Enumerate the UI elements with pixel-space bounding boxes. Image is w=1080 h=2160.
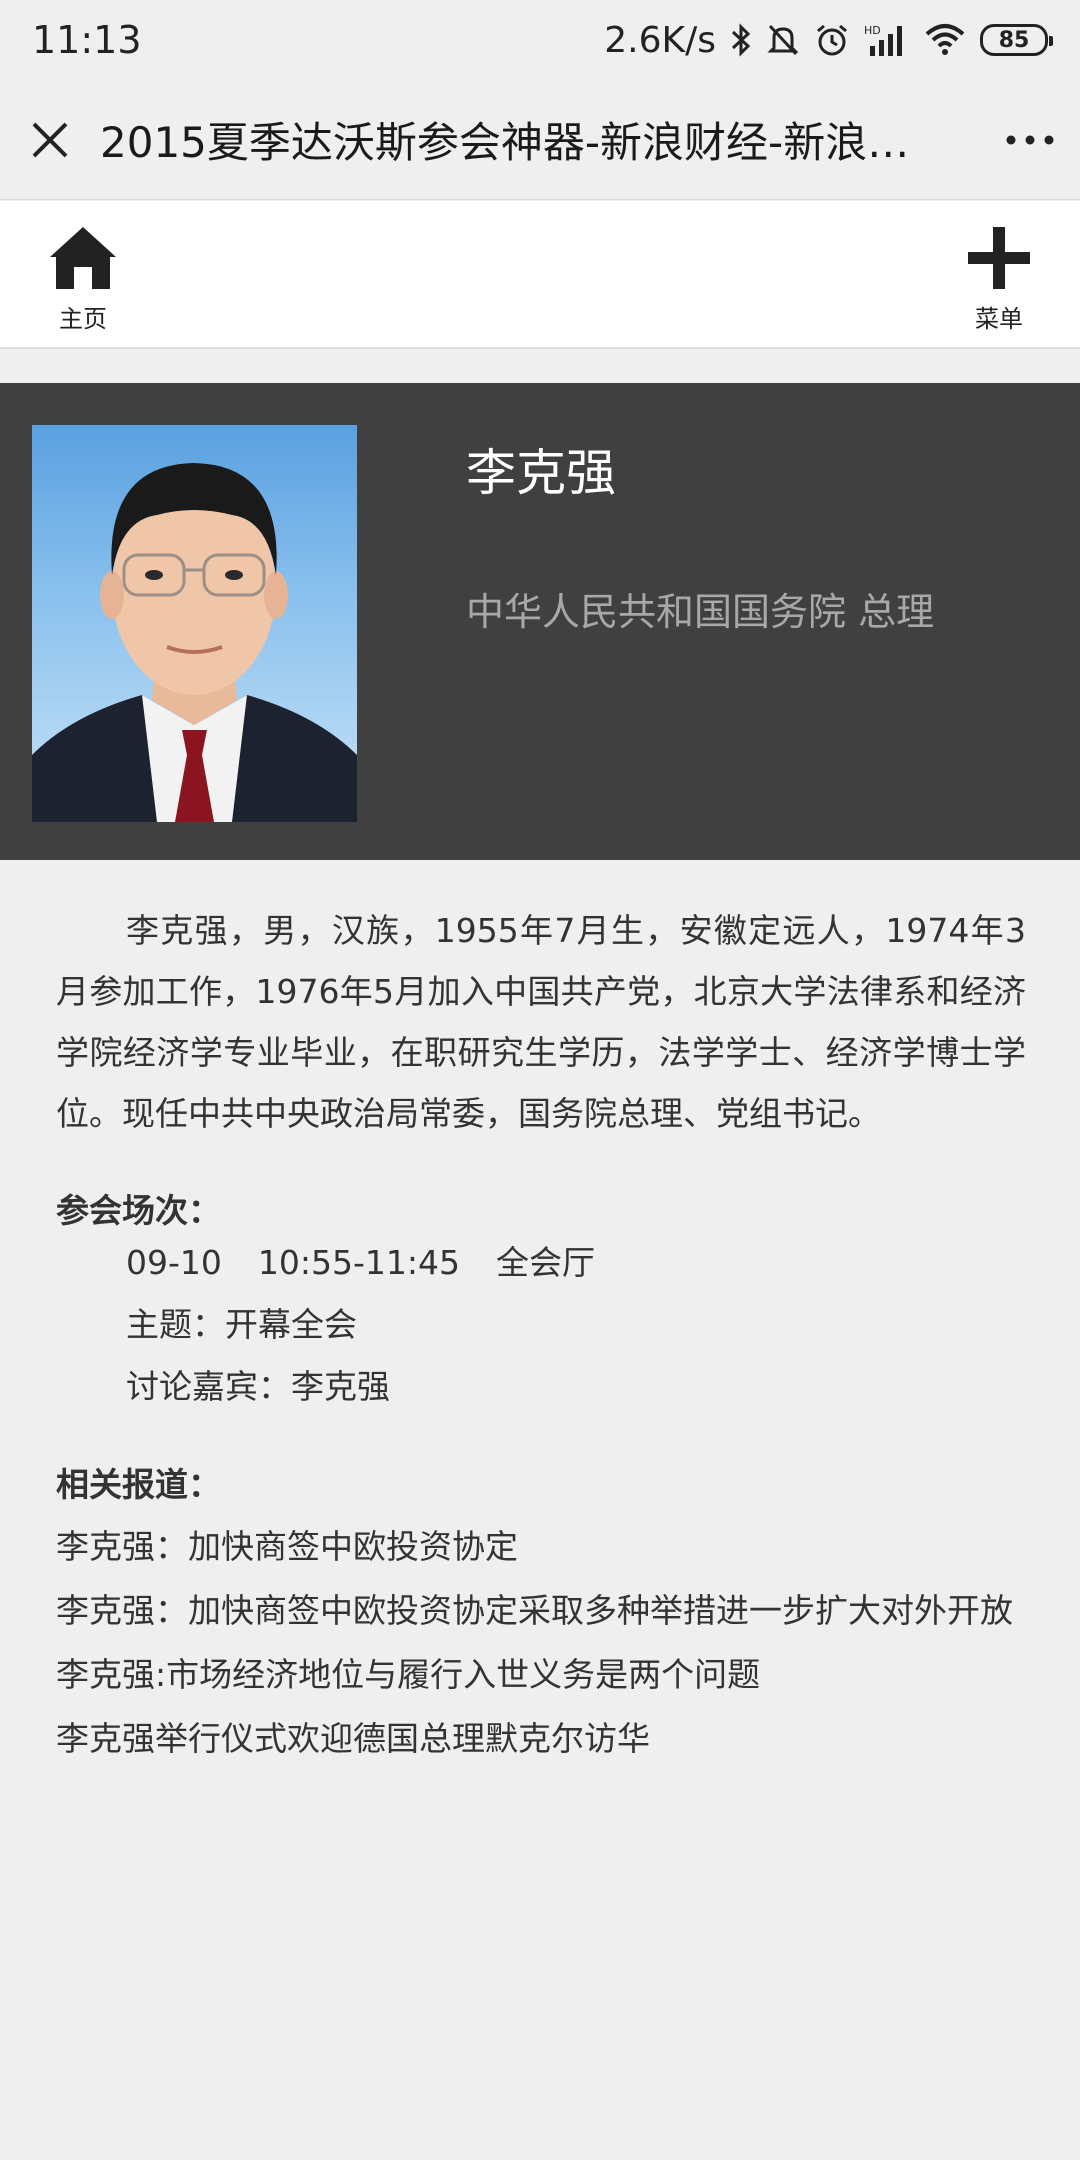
title-bar: 2015夏季达沃斯参会神器-新浪财经-新浪…	[0, 80, 1080, 200]
status-icons: 2.6K/s HD 85	[604, 19, 1053, 61]
menu-label: 菜单	[975, 305, 1023, 333]
related-links: 李克强：加快商签中欧投资协定 李克强：加快商签中欧投资协定采取多种举措进一步扩大…	[56, 1524, 1026, 1762]
mute-bell-icon	[767, 24, 799, 56]
session-heading: 参会场次：	[56, 1191, 221, 1230]
related-heading: 相关报道：	[56, 1465, 221, 1504]
wifi-icon	[925, 24, 965, 55]
plus-icon	[968, 227, 1030, 289]
home-label: 主页	[59, 305, 107, 333]
session-schedule: 09-10 10:55-11:45 全会厅	[126, 1232, 1026, 1294]
profile-position: 中华人民共和国国务院 总理	[466, 590, 935, 634]
home-icon	[50, 227, 116, 289]
battery-level: 85	[998, 27, 1030, 53]
related-link[interactable]: 李克强举行仪式欢迎德国总理默克尔访华	[56, 1716, 1026, 1762]
hd-signal-icon: HD	[864, 24, 902, 56]
alarm-icon	[817, 24, 847, 56]
profile-content: 李克强，男，汉族，1955年7月生，安徽定远人，1974年3月参加工作，1976…	[56, 900, 1026, 1762]
close-icon	[32, 122, 68, 157]
session-guests: 讨论嘉宾：李克强	[126, 1367, 390, 1406]
nav-bar: 主页 菜单	[0, 201, 1080, 349]
session-time: 10:55-11:45	[257, 1243, 460, 1282]
biography-text: 李克强，男，汉族，1955年7月生，安徽定远人，1974年3月参加工作，1976…	[56, 911, 1026, 1133]
svg-text:HD: HD	[864, 24, 881, 37]
profile-header: 李克强 中华人民共和国国务院 总理	[0, 383, 1080, 860]
status-bar: 11:13 2.6K/s HD 85	[0, 0, 1080, 80]
profile-name: 李克强	[466, 444, 616, 502]
more-icon	[1006, 135, 1054, 144]
session-topic: 主题：开幕全会	[126, 1305, 357, 1344]
related-link[interactable]: 李克强：加快商签中欧投资协定采取多种举措进一步扩大对外开放	[56, 1588, 1026, 1634]
menu-button[interactable]: 菜单	[964, 223, 1034, 334]
bluetooth-icon	[731, 23, 751, 57]
session-date: 09-10	[126, 1243, 222, 1282]
portrait-photo	[32, 425, 357, 822]
session-venue: 全会厅	[496, 1243, 595, 1282]
page-title: 2015夏季达沃斯参会神器-新浪财经-新浪…	[100, 118, 910, 167]
network-speed: 2.6K/s	[604, 19, 716, 61]
session-details: 09-10 10:55-11:45 全会厅 主题：开幕全会 讨论嘉宾：李克强	[56, 1232, 1026, 1418]
related-link[interactable]: 李克强:市场经济地位与履行入世义务是两个问题	[56, 1652, 1026, 1698]
close-button[interactable]	[0, 80, 100, 200]
home-button[interactable]: 主页	[48, 223, 118, 334]
clock: 11:13	[32, 18, 142, 62]
related-link[interactable]: 李克强：加快商签中欧投资协定	[56, 1524, 1026, 1570]
battery-icon: 85	[980, 24, 1053, 56]
more-button[interactable]	[980, 80, 1080, 200]
